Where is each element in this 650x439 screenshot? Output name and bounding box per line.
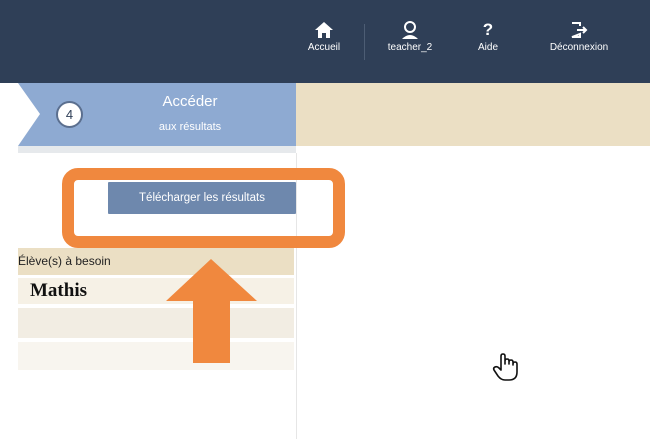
logout-icon [536, 20, 622, 42]
nav-home[interactable]: Accueil [302, 20, 346, 53]
step-notch-fill [0, 83, 18, 146]
nav-help-label: Aide [477, 42, 498, 53]
help-icon: ? [482, 20, 494, 39]
home-icon [302, 20, 346, 42]
step-strip [295, 83, 650, 146]
nav-help[interactable]: ? Aide [470, 20, 506, 53]
step-notch [18, 83, 40, 146]
nav-home-label: Accueil [307, 42, 341, 53]
nav-logout[interactable]: Déconnexion [536, 20, 622, 53]
step-subtitle: aux résultats [158, 121, 222, 133]
left-gutter [0, 146, 18, 439]
nav-user[interactable]: teacher_2 [380, 20, 440, 53]
up-arrow-annotation [166, 259, 257, 363]
nav-divider [364, 24, 365, 60]
step-title: Accéder [162, 93, 218, 110]
nav-logout-label: Déconnexion [549, 42, 609, 53]
top-navigation-bar: Accueil teacher_2 ? Aide Déconnexion [0, 0, 650, 83]
user-icon [380, 20, 440, 42]
hand-cursor-icon [492, 353, 518, 381]
highlight-box [62, 168, 345, 248]
step-number: 4 [56, 101, 83, 128]
nav-user-label: teacher_2 [387, 42, 433, 53]
